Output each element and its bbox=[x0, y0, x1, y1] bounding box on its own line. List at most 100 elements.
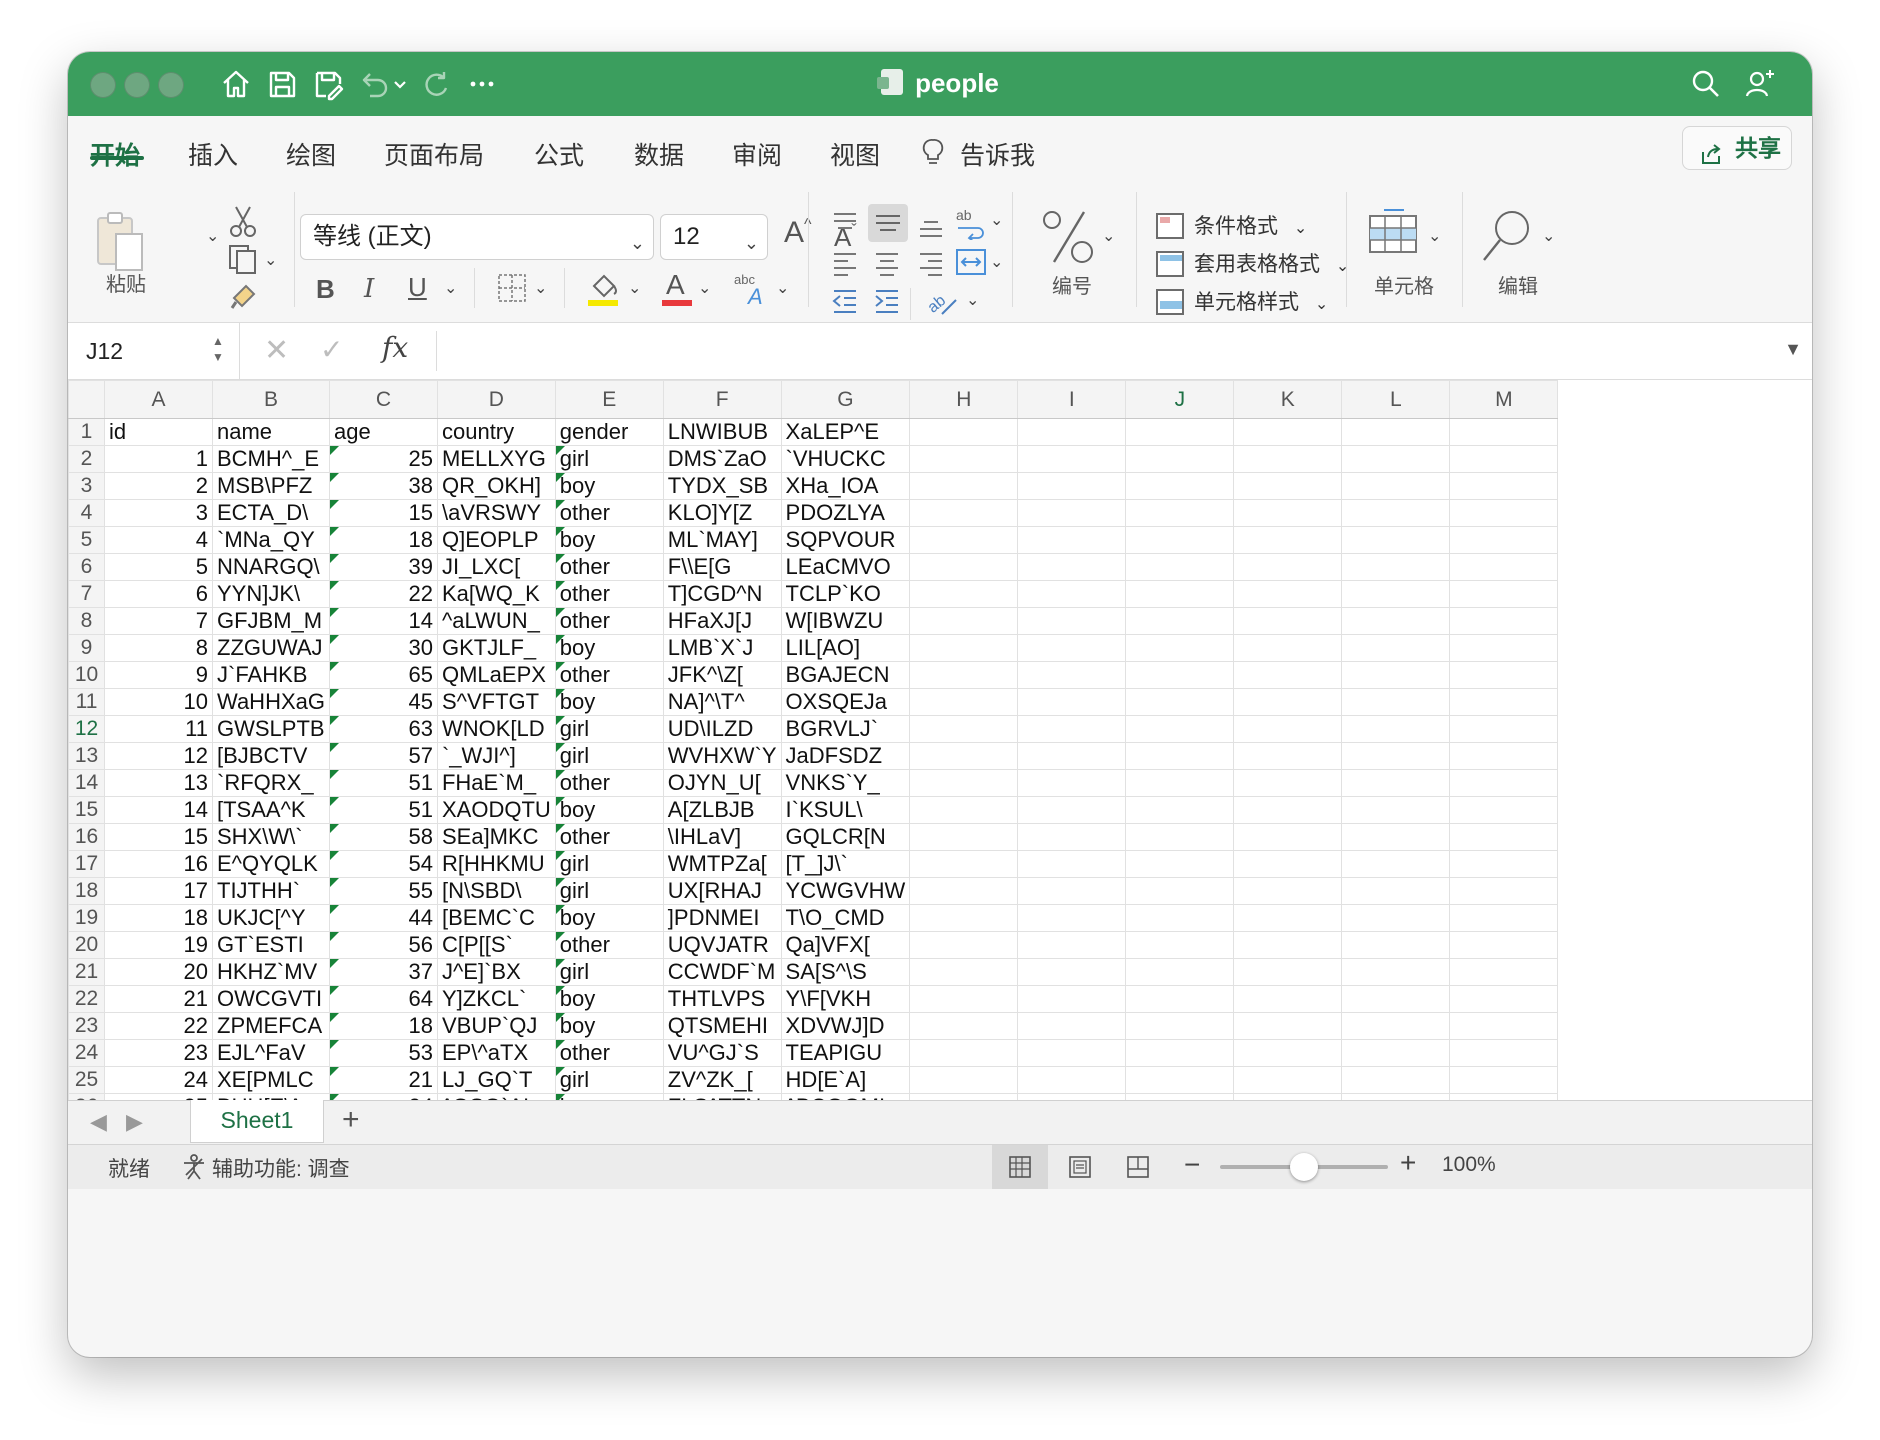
bold-icon[interactable]: B bbox=[316, 274, 335, 305]
tab-view[interactable]: 视图 bbox=[830, 136, 880, 172]
cell[interactable]: other bbox=[554, 931, 664, 959]
cell[interactable] bbox=[1125, 742, 1235, 770]
cell[interactable]: boy bbox=[554, 526, 664, 554]
cell[interactable]: Y]ZKCL` bbox=[436, 985, 556, 1013]
cell[interactable]: JFK^\Z[ bbox=[662, 661, 782, 689]
font-name-select[interactable]: 等线 (正文) ⌄ bbox=[300, 214, 654, 260]
cell[interactable] bbox=[1125, 661, 1235, 689]
cell[interactable] bbox=[1125, 1012, 1235, 1040]
worksheet-grid[interactable]: ABCDEFGHIJKLM 1 id name age country gender LNW… bbox=[68, 380, 1812, 1100]
cell[interactable]: boy bbox=[554, 472, 664, 500]
cell[interactable] bbox=[909, 985, 1019, 1013]
cell[interactable] bbox=[1125, 445, 1235, 473]
cell[interactable] bbox=[1341, 742, 1451, 770]
cell[interactable]: 64 bbox=[328, 985, 438, 1013]
cell[interactable] bbox=[1017, 985, 1127, 1013]
cell[interactable]: boy bbox=[554, 688, 664, 716]
cell[interactable]: Ka[WQ_K bbox=[436, 580, 556, 608]
cell[interactable] bbox=[1341, 634, 1451, 662]
cell[interactable]: 24 bbox=[104, 1066, 213, 1094]
cell[interactable]: LJ_GQ`T bbox=[436, 1066, 556, 1094]
cell[interactable]: 10 bbox=[104, 688, 213, 716]
cell[interactable]: [T_]J\` bbox=[780, 850, 911, 878]
row-header[interactable]: 14 bbox=[68, 769, 105, 797]
insert-function-icon[interactable]: fx bbox=[382, 331, 408, 364]
column-header-g[interactable]: G bbox=[780, 380, 911, 419]
cell[interactable] bbox=[1233, 931, 1343, 959]
cell[interactable]: T]CGD^N bbox=[662, 580, 782, 608]
cells-icon[interactable] bbox=[1368, 208, 1420, 256]
page-break-view-button[interactable] bbox=[1110, 1145, 1166, 1189]
cell[interactable]: NNARGQ\ bbox=[212, 553, 330, 581]
cell[interactable]: 20 bbox=[104, 958, 213, 986]
cell[interactable]: MSB\PFZ bbox=[212, 472, 330, 500]
fill-color-dropdown-icon[interactable]: ⌄ bbox=[628, 278, 641, 298]
cell[interactable] bbox=[1233, 715, 1343, 743]
cell[interactable] bbox=[1125, 850, 1235, 878]
cell[interactable] bbox=[1017, 445, 1127, 473]
cell[interactable]: TIJTHH` bbox=[212, 877, 330, 905]
cell[interactable]: [BJBCTV bbox=[212, 742, 330, 770]
italic-icon[interactable]: I bbox=[364, 274, 374, 304]
row-header[interactable]: 2 bbox=[68, 445, 105, 473]
cell[interactable] bbox=[1233, 904, 1343, 932]
cell[interactable] bbox=[1233, 823, 1343, 851]
cell[interactable]: YYN]JK\ bbox=[212, 580, 330, 608]
cell[interactable]: 1 bbox=[104, 445, 213, 473]
cell[interactable] bbox=[1017, 796, 1127, 824]
cell[interactable]: girl bbox=[554, 1066, 664, 1094]
tab-data[interactable]: 数据 bbox=[634, 136, 684, 172]
cell[interactable] bbox=[1125, 958, 1235, 986]
cell[interactable] bbox=[909, 877, 1019, 905]
cell[interactable]: SHX\W\` bbox=[212, 823, 330, 851]
cell[interactable] bbox=[1017, 1012, 1127, 1040]
cell[interactable]: `MNa_QY bbox=[212, 526, 330, 554]
cell[interactable] bbox=[1017, 931, 1127, 959]
cell[interactable] bbox=[1341, 769, 1451, 797]
cell[interactable]: R[HHKMU bbox=[436, 850, 556, 878]
cell[interactable] bbox=[1449, 769, 1559, 797]
cell[interactable]: 8 bbox=[104, 634, 213, 662]
cell[interactable] bbox=[1233, 742, 1343, 770]
format-painter-icon[interactable] bbox=[228, 280, 260, 312]
cell[interactable]: VNKS`Y_ bbox=[780, 769, 911, 797]
row-header[interactable]: 6 bbox=[68, 553, 105, 581]
sheet-tab-sheet1[interactable]: Sheet1 bbox=[190, 1100, 324, 1143]
zoom-in-icon[interactable]: + bbox=[1400, 1147, 1416, 1179]
cell[interactable] bbox=[909, 580, 1019, 608]
find-icon[interactable] bbox=[1480, 206, 1536, 266]
cell[interactable]: 21 bbox=[104, 985, 213, 1013]
cell[interactable] bbox=[909, 823, 1019, 851]
row-header[interactable]: 19 bbox=[68, 904, 105, 932]
cell[interactable] bbox=[1125, 823, 1235, 851]
cell[interactable]: GQLCR[N bbox=[780, 823, 911, 851]
cell[interactable]: 3 bbox=[104, 499, 213, 527]
cell[interactable]: GT`ESTI bbox=[212, 931, 330, 959]
format-as-table-button[interactable]: 套用表格格式 ⌄ bbox=[1156, 248, 1349, 278]
cell[interactable]: OWCGVTI bbox=[212, 985, 330, 1013]
cell[interactable] bbox=[909, 850, 1019, 878]
cell[interactable]: 23 bbox=[104, 1039, 213, 1067]
cell[interactable]: LEaCMVO bbox=[780, 553, 911, 581]
row-header[interactable]: 8 bbox=[68, 607, 105, 635]
cell[interactable]: 38 bbox=[328, 472, 438, 500]
tell-me-search[interactable]: 告诉我 bbox=[960, 136, 1035, 172]
cell[interactable]: W[IBWZU bbox=[780, 607, 911, 635]
cell[interactable]: UKJC[^Y bbox=[212, 904, 330, 932]
cell[interactable]: KLO]Y[Z bbox=[662, 499, 782, 527]
cell[interactable]: F\\E[G bbox=[662, 553, 782, 581]
cell[interactable]: JaDFSDZ bbox=[780, 742, 911, 770]
cell[interactable] bbox=[1125, 1039, 1235, 1067]
cell[interactable]: 18 bbox=[328, 526, 438, 554]
add-sheet-icon[interactable]: + bbox=[342, 1103, 360, 1137]
column-header-l[interactable]: L bbox=[1341, 380, 1451, 419]
cell[interactable]: YCWGVHW bbox=[780, 877, 911, 905]
cell[interactable]: `VHUCKC bbox=[780, 445, 911, 473]
cell[interactable] bbox=[1341, 472, 1451, 500]
cell[interactable] bbox=[909, 553, 1019, 581]
cell[interactable] bbox=[1449, 823, 1559, 851]
cell[interactable] bbox=[1341, 985, 1451, 1013]
cell[interactable] bbox=[1449, 904, 1559, 932]
number-format-icon[interactable] bbox=[1040, 206, 1096, 268]
accessibility-status[interactable]: 辅助功能: 调查 bbox=[212, 1153, 350, 1183]
